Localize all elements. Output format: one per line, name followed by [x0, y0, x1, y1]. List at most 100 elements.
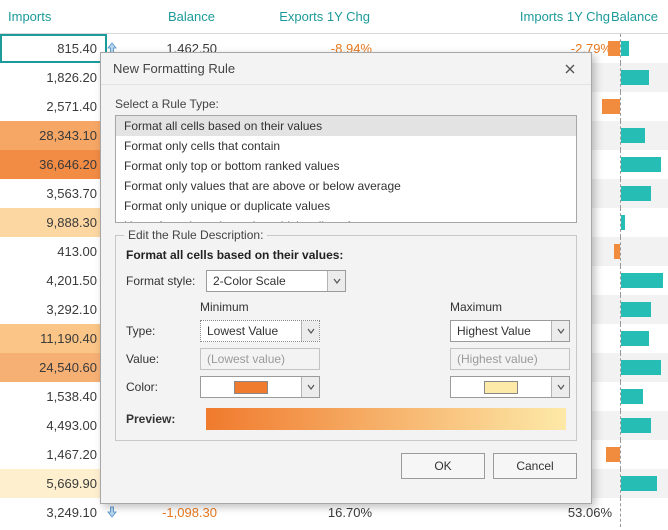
cell-imports[interactable]: 4,493.00 — [0, 411, 107, 440]
cell-balance-bar[interactable] — [620, 179, 668, 208]
ok-button[interactable]: OK — [401, 453, 485, 479]
cell-balance-bar[interactable] — [620, 382, 668, 411]
cell-balance-bar[interactable] — [620, 469, 668, 498]
new-formatting-rule-dialog: New Formatting Rule Select a Rule Type: … — [100, 52, 592, 504]
data-bar-positive — [621, 41, 629, 56]
chevron-down-icon — [301, 377, 319, 397]
cell-imports[interactable]: 815.40 — [0, 34, 107, 63]
cell-imports[interactable]: 24,540.60 — [0, 353, 107, 382]
value-label: Value: — [126, 352, 200, 366]
cell-value: 1,467.20 — [0, 447, 99, 462]
cell-balance-bar[interactable] — [620, 121, 668, 150]
grid-header: Imports Balance Exports 1Y Chg Imports 1… — [0, 0, 668, 34]
cell-imports[interactable]: 9,888.30 — [0, 208, 107, 237]
chevron-down-icon — [551, 321, 569, 341]
data-bar-positive — [621, 360, 661, 375]
max-color-chip — [484, 381, 518, 394]
data-bar-positive — [621, 70, 649, 85]
col-header-balance-bar[interactable]: Balance — [620, 0, 668, 34]
cell-imports[interactable]: 1,826.20 — [0, 63, 107, 92]
cell-imports[interactable]: 3,563.70 — [0, 179, 107, 208]
max-color-combo[interactable] — [450, 376, 570, 398]
col-header-exports-1y[interactable]: Exports 1Y Chg — [225, 0, 380, 34]
data-bar-positive — [621, 273, 663, 288]
cell-balance-bar[interactable] — [620, 34, 668, 63]
min-type-combo[interactable]: Lowest Value — [200, 320, 320, 342]
color-label: Color: — [126, 380, 200, 394]
format-style-value: 2-Color Scale — [207, 274, 327, 288]
cell-imports[interactable]: 11,190.40 — [0, 324, 107, 353]
cell-balance-bar[interactable] — [620, 498, 668, 527]
chevron-down-icon — [551, 377, 569, 397]
maximum-header: Maximum — [450, 300, 570, 314]
cell-balance-bar[interactable] — [620, 411, 668, 440]
cell-balance-bar[interactable] — [620, 237, 668, 266]
rule-type-item[interactable]: Format all cells based on their values — [116, 116, 576, 136]
cell-imports[interactable]: 413.00 — [0, 237, 107, 266]
data-bar-positive — [621, 476, 657, 491]
data-bar-positive — [621, 302, 651, 317]
data-bar-negative — [614, 244, 620, 259]
cell-value: 3,292.10 — [0, 302, 99, 317]
rule-type-item[interactable]: Format only unique or duplicate values — [116, 196, 576, 216]
cell-value: 9,888.30 — [0, 215, 99, 230]
cell-balance-bar[interactable] — [620, 295, 668, 324]
min-value-input: (Lowest value) — [200, 348, 320, 370]
cell-value: 5,669.90 — [0, 476, 99, 491]
data-bar-positive — [621, 128, 645, 143]
cell-imports[interactable]: 28,343.10 — [0, 121, 107, 150]
data-bar-negative — [606, 447, 620, 462]
minimum-header: Minimum — [200, 300, 390, 314]
rule-type-list[interactable]: Format all cells based on their valuesFo… — [115, 115, 577, 223]
cancel-button[interactable]: Cancel — [493, 453, 577, 479]
cell-imports[interactable]: 3,292.10 — [0, 295, 107, 324]
cell-imports[interactable]: 3,249.10 — [0, 498, 107, 527]
data-bar-negative — [602, 99, 620, 114]
format-style-combo[interactable]: 2-Color Scale — [206, 270, 346, 292]
format-style-label: Format style: — [126, 274, 200, 288]
cell-value: 3,249.10 — [0, 505, 99, 520]
chevron-down-icon — [301, 321, 319, 341]
cell-imports[interactable]: 5,669.90 — [0, 469, 107, 498]
cell-balance-bar[interactable] — [620, 92, 668, 121]
cell-balance-bar[interactable] — [620, 440, 668, 469]
cell-balance-bar[interactable] — [620, 208, 668, 237]
preview-label: Preview: — [126, 412, 200, 426]
rule-type-item[interactable]: Format only top or bottom ranked values — [116, 156, 576, 176]
col-header-balance[interactable]: Balance — [107, 0, 225, 34]
select-rule-type-label: Select a Rule Type: — [115, 97, 577, 111]
cell-imports[interactable]: 4,201.50 — [0, 266, 107, 295]
data-bar-positive — [621, 186, 651, 201]
preview-gradient — [206, 408, 566, 430]
rule-type-item[interactable]: Format only cells that contain — [116, 136, 576, 156]
cell-balance-bar[interactable] — [620, 266, 668, 295]
min-color-chip — [234, 381, 268, 394]
col-header-imports-1y[interactable]: Imports 1Y Chg — [380, 0, 620, 34]
rule-description-legend: Edit the Rule Description: — [124, 228, 267, 242]
cell-value: 4,201.50 — [0, 273, 99, 288]
close-button[interactable] — [559, 58, 581, 80]
min-type-value: Lowest Value — [201, 324, 301, 338]
col-header-imports[interactable]: Imports — [0, 0, 107, 34]
cell-value: 4,493.00 — [0, 418, 99, 433]
cell-balance-bar[interactable] — [620, 150, 668, 179]
data-bar-negative — [608, 41, 620, 56]
chevron-down-icon — [327, 271, 345, 291]
min-color-combo[interactable] — [200, 376, 320, 398]
max-value-input: (Highest value) — [450, 348, 570, 370]
data-bar-positive — [621, 418, 651, 433]
rule-type-item[interactable]: Use a formula to determine which cells t… — [116, 216, 576, 223]
cell-imports[interactable]: 2,571.40 — [0, 92, 107, 121]
data-bar-positive — [621, 157, 661, 172]
rule-type-item[interactable]: Format only values that are above or bel… — [116, 176, 576, 196]
cell-imports[interactable]: 36,646.20 — [0, 150, 107, 179]
cell-balance-bar[interactable] — [620, 353, 668, 382]
cell-imports[interactable]: 1,467.20 — [0, 440, 107, 469]
cell-value: 1,826.20 — [0, 70, 99, 85]
data-bar-positive — [621, 215, 625, 230]
cell-imports[interactable]: 1,538.40 — [0, 382, 107, 411]
close-icon — [565, 64, 575, 74]
max-type-combo[interactable]: Highest Value — [450, 320, 570, 342]
cell-balance-bar[interactable] — [620, 63, 668, 92]
cell-balance-bar[interactable] — [620, 324, 668, 353]
